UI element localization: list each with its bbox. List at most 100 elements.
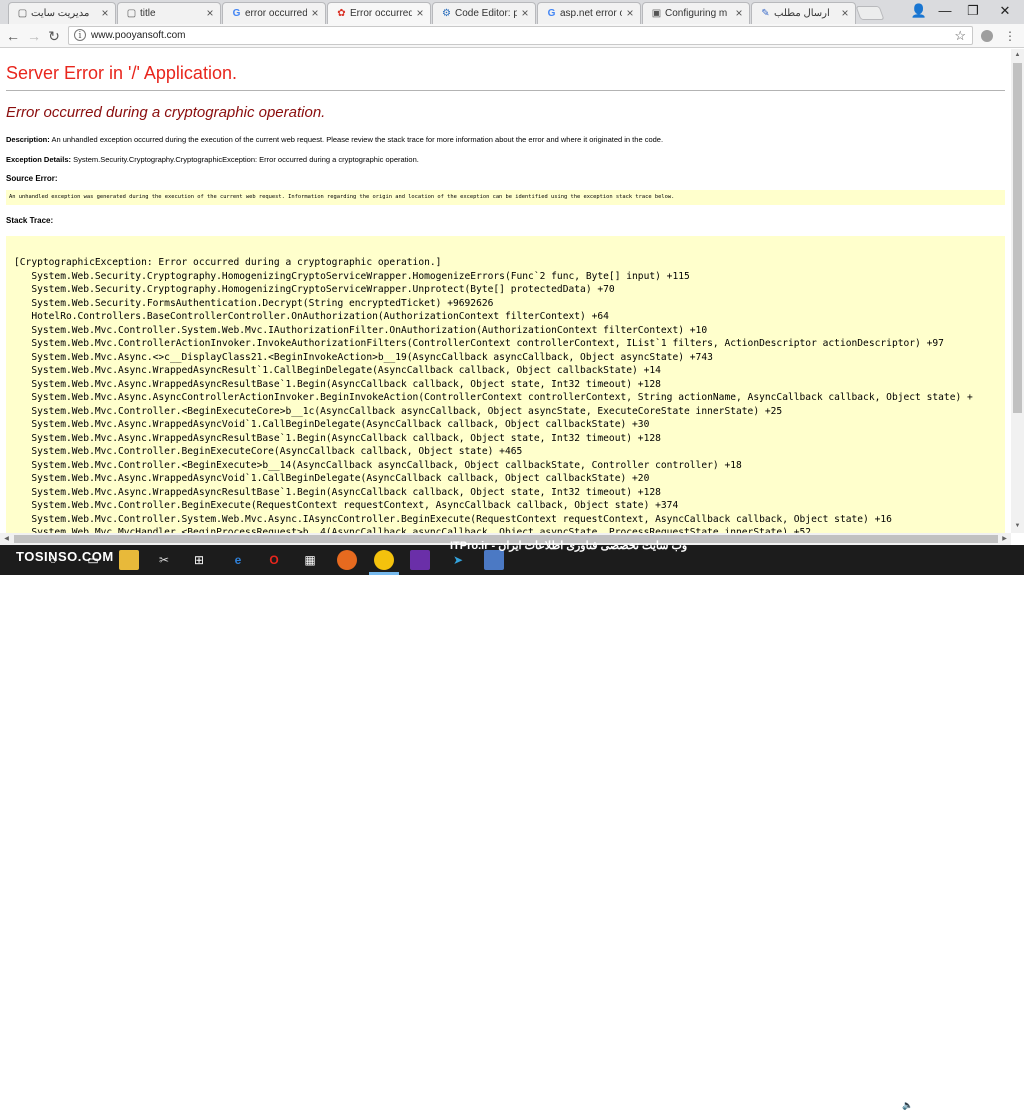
tab-strip: ▢ مدیریت سایت × ▢ title × G error occurr… <box>0 0 1024 24</box>
address-bar[interactable]: i www.pooyansoft.com ☆ <box>68 26 973 45</box>
error-subtitle: Error occurred during a cryptographic op… <box>6 104 326 121</box>
notification-icon[interactable]: ▤ <box>1008 1100 1017 1111</box>
volume-icon[interactable]: 🔈 <box>902 1100 913 1111</box>
source-error-text: An unhandled exception was generated dur… <box>9 194 675 200</box>
tab-1[interactable]: ▢ مدیریت سایت × <box>8 2 116 24</box>
google-icon: G <box>547 8 556 19</box>
opera-icon[interactable]: O <box>264 550 284 570</box>
page-icon: ▣ <box>651 8 662 19</box>
clock-date: 10/22/2016 <box>959 1105 1001 1114</box>
menu-icon[interactable]: ⋮ <box>1004 30 1016 42</box>
exception-label: Exception Details: <box>6 155 72 164</box>
exception-text: System.Security.Cryptography.Cryptograph… <box>73 155 419 164</box>
watermark-center: ITPro.ir - وب سایت تخصصی فناوری اطلاعات … <box>450 540 688 552</box>
vertical-scroll-thumb[interactable] <box>1013 63 1022 413</box>
clock-time: 06:33 ب.ظ <box>960 1094 1000 1103</box>
close-icon[interactable]: × <box>625 7 635 19</box>
stack-trace-line: System.Web.Security.Cryptography.Homogen… <box>14 284 615 295</box>
stack-trace-line: System.Web.Mvc.Controller.<BeginExecuteC… <box>14 405 783 417</box>
chevron-up-icon[interactable]: ^ <box>860 1100 864 1110</box>
scroll-left-icon[interactable]: ◀ <box>2 535 11 543</box>
url-text: www.pooyansoft.com <box>91 30 186 41</box>
close-icon[interactable]: × <box>734 7 744 19</box>
close-icon[interactable]: × <box>100 7 110 19</box>
page-content: Server Error in '/' Application. Error o… <box>0 49 1011 533</box>
back-arrow-icon[interactable]: ← <box>5 28 21 44</box>
close-icon[interactable]: × <box>310 7 320 19</box>
tab-title: Configuring m <box>665 8 728 19</box>
stack-trace-line: System.Web.Mvc.Async.WrappedAsyncResult`… <box>14 365 661 376</box>
source-error-box: An unhandled exception was generated dur… <box>6 190 1005 205</box>
divider <box>6 90 1005 91</box>
stack-trace-line: System.Web.Mvc.Async.WrappedAsyncResultB… <box>14 432 661 444</box>
visual-studio-icon[interactable] <box>410 550 430 570</box>
tab-7[interactable]: ▣ Configuring m × <box>642 2 750 24</box>
new-tab-button[interactable] <box>855 6 885 20</box>
close-icon[interactable]: × <box>840 7 850 19</box>
stack-trace-line: System.Web.Mvc.Async.<>c__DisplayClass21… <box>14 351 713 363</box>
notes-icon[interactable] <box>484 550 504 570</box>
close-icon[interactable]: × <box>415 7 425 19</box>
tab-title: error occurred <box>245 8 307 19</box>
keyboard-icon[interactable]: ▭ <box>925 1100 934 1111</box>
tab-5[interactable]: ⚙ Code Editor: p × <box>432 2 536 24</box>
stack-trace-label: Stack Trace: <box>6 216 54 225</box>
stack-trace-line: System.Web.Mvc.Async.WrappedAsyncVoid`1.… <box>14 473 650 484</box>
tab-title: title <box>140 8 156 19</box>
stack-trace-line: System.Web.Security.FormsAuthentication.… <box>14 297 494 309</box>
source-error-label: Source Error: <box>6 174 58 183</box>
stack-trace-line: System.Web.Mvc.Async.AsyncControllerActi… <box>14 392 973 403</box>
scroll-down-icon[interactable]: ▼ <box>1013 522 1022 531</box>
maximize-icon[interactable]: ❐ <box>958 0 988 22</box>
page-title: Server Error in '/' Application. <box>6 63 237 83</box>
extension-icon[interactable] <box>981 30 993 42</box>
forward-arrow-icon[interactable]: → <box>26 28 42 44</box>
file-explorer-icon[interactable] <box>119 550 139 570</box>
store-icon[interactable]: ⊞ <box>189 550 209 570</box>
tab-title: مدیریت سایت <box>31 8 90 19</box>
stack-trace-line: System.Web.Mvc.Controller.<BeginExecute>… <box>14 459 742 471</box>
tab-3[interactable]: G error occurred × <box>222 2 326 24</box>
tab-2[interactable]: ▢ title × <box>117 2 221 24</box>
language-indicator[interactable]: فا <box>945 1100 952 1111</box>
pen-icon: ✎ <box>761 8 770 19</box>
reload-icon[interactable]: ↻ <box>46 28 62 44</box>
description-label: Description: <box>6 135 50 144</box>
chrome-icon[interactable] <box>374 550 394 570</box>
scroll-right-icon[interactable]: ▶ <box>1000 535 1009 543</box>
close-icon[interactable]: × <box>205 7 215 19</box>
telegram-icon[interactable]: ➤ <box>448 550 468 570</box>
clock[interactable]: 06:33 ب.ظ 10/22/2016 <box>955 1093 1005 1115</box>
stack-trace-line: HotelRo.Controllers.BaseControllerContro… <box>14 311 609 322</box>
stack-trace-line: System.Web.Mvc.Controller.System.Web.Mvc… <box>14 324 708 336</box>
stack-trace-line: System.Web.Mvc.Controller.BeginExecuteCo… <box>14 446 523 457</box>
vertical-scrollbar[interactable]: ▲ ▼ <box>1011 49 1024 533</box>
watermark-left: TOSINSO.COM <box>16 549 114 564</box>
scroll-up-icon[interactable]: ▲ <box>1013 51 1022 60</box>
tab-8[interactable]: ✎ ارسال مطلب × <box>751 2 856 24</box>
description-line: Description: An unhandled exception occu… <box>6 135 663 144</box>
error-icon: ✿ <box>337 8 346 19</box>
minimize-icon[interactable]: — <box>930 0 960 22</box>
tab-title: Code Editor: p <box>455 8 517 19</box>
browser-toolbar: ← → ↻ i www.pooyansoft.com ☆ ⋮ <box>0 24 1024 48</box>
edge-icon[interactable]: e <box>228 550 248 570</box>
info-icon[interactable]: i <box>74 29 86 41</box>
close-icon[interactable]: × <box>520 7 530 19</box>
network-icon[interactable]: ▂▄▆ <box>876 1100 896 1111</box>
stack-trace-line: System.Web.Mvc.Controller.BeginExecute(R… <box>14 500 679 511</box>
google-icon: G <box>232 8 241 19</box>
app-icon[interactable]: ▦ <box>300 550 320 570</box>
close-window-icon[interactable]: ✕ <box>990 0 1020 22</box>
stack-trace-line: System.Web.Mvc.Async.WrappedAsyncResultB… <box>14 378 661 390</box>
description-text: An unhandled exception occurred during t… <box>51 135 664 144</box>
tab-6[interactable]: G asp.net error o × <box>537 2 641 24</box>
stack-trace-line: System.Web.Mvc.Async.WrappedAsyncVoid`1.… <box>14 419 650 430</box>
gear-icon: ⚙ <box>442 8 451 19</box>
star-icon[interactable]: ☆ <box>954 28 966 43</box>
page-icon: ▢ <box>17 8 28 19</box>
stack-trace-line: System.Web.Mvc.Async.WrappedAsyncResultB… <box>14 486 661 498</box>
tab-4-active[interactable]: ✿ Error occurred × <box>327 2 431 24</box>
tools-icon[interactable]: ✂ <box>154 550 174 570</box>
firefox-icon[interactable] <box>337 550 357 570</box>
